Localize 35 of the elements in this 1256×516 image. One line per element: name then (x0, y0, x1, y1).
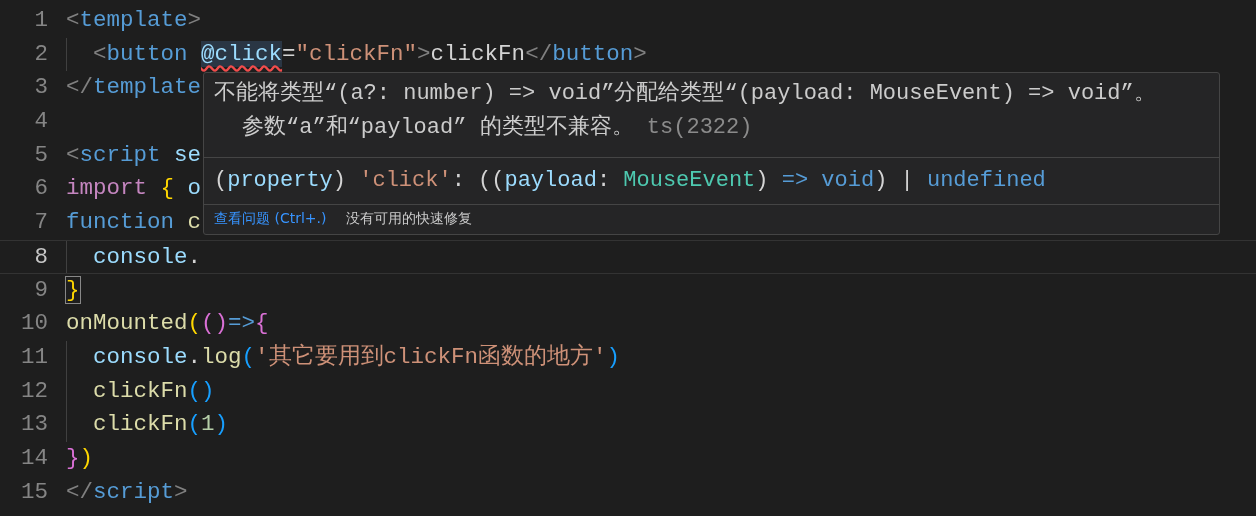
line-number: 1 (33, 6, 48, 35)
code-line: onMounted(()=>{ (66, 309, 269, 339)
line-number: 10 (20, 309, 48, 339)
line-number: 11 (20, 342, 48, 372)
code-line: }) (66, 443, 94, 473)
type-signature: (property) 'click': ((payload: MouseEvent) => void) | undefined (204, 157, 1219, 204)
error-message: 不能将类型“(a?: number) => void”分配给类型“(payload: MouseEvent) => void”。 (214, 80, 1157, 108)
line-number: 13 (20, 410, 48, 440)
view-problem-link[interactable]: 查看问题 (Ctrl+.) (214, 208, 327, 229)
line-number: 5 (33, 140, 48, 170)
line-number: 6 (33, 174, 48, 204)
error-code: ts(2322) (645, 115, 753, 140)
line-number: 7 (33, 208, 48, 238)
code-line: clickFn() (66, 374, 215, 409)
code-line: <template> (66, 6, 202, 35)
line-number: 9 (33, 275, 48, 305)
line-number: 2 (33, 39, 48, 69)
code-line: console.log('其它要用到clickFn函数的地方') (66, 340, 621, 375)
code-line: import { o (66, 174, 202, 204)
code-line: clickFn(1) (66, 408, 229, 442)
line-number: 12 (20, 376, 48, 406)
code-line: </script> (66, 477, 188, 507)
code-line: function c (66, 208, 202, 238)
error-detail: 参数“a”和“payload” 的类型不兼容。 (242, 115, 634, 140)
code-line: console. (66, 240, 202, 273)
line-number: 8 (33, 242, 48, 272)
code-line: <script se (66, 140, 202, 170)
no-quick-fix-text: 没有可用的快速修复 (346, 209, 473, 228)
code-line: <button @click="clickFn">clickFn</button> (66, 37, 647, 72)
line-number: 4 (33, 107, 48, 137)
line-number: 3 (33, 73, 48, 103)
code-line: </template (66, 73, 202, 103)
code-line: } (66, 275, 80, 305)
line-number: 15 (20, 477, 48, 507)
line-number: 14 (20, 443, 48, 473)
